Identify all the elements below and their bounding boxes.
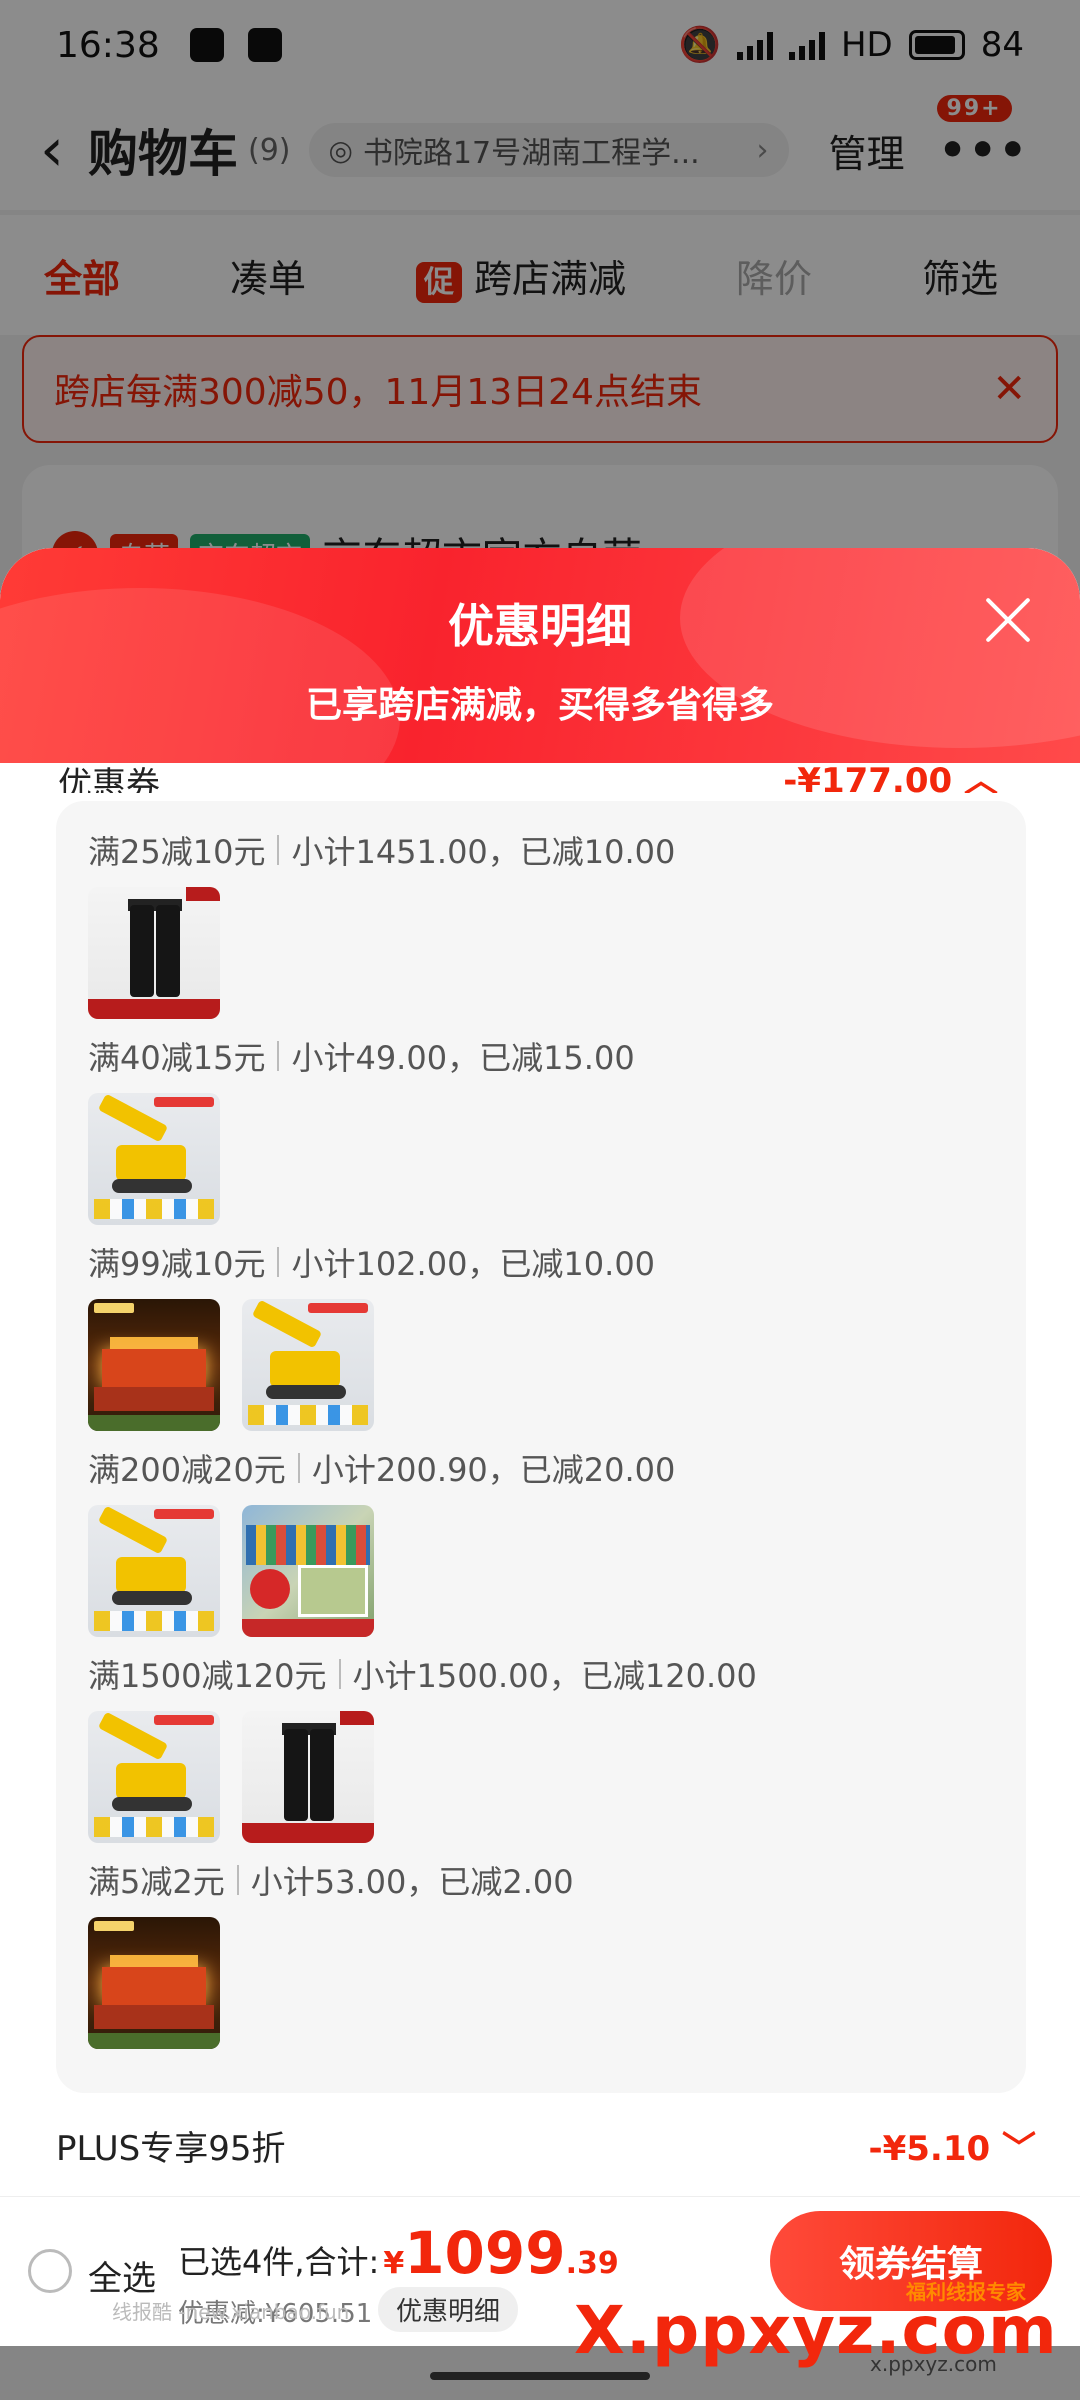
discount-group: 满1500减120元 小计1500.00，已减120.00 [88,1651,994,1843]
divider [277,835,280,865]
group-rule: 满99减10元 [88,1245,266,1283]
product-thumbs [88,1299,994,1431]
total-decimal: .39 [565,2246,619,2281]
select-all-checkbox[interactable] [28,2249,72,2293]
product-thumbs [88,1711,994,1843]
product-thumbs [88,887,994,1019]
group-header: 满200减20元 小计200.90，已减20.00 [88,1445,994,1491]
discount-detail-sheet: 优惠明细 已享跨店满减，买得多省得多 优惠券 -¥177.00 ︿ 满25减10… [0,548,1080,2198]
group-detail: 小计200.90，已减20.00 [311,1451,676,1489]
group-header: 满40减15元 小计49.00，已减15.00 [88,1033,994,1079]
home-indicator[interactable] [430,2372,650,2380]
coupon-amount: -¥177.00 ︿ [783,761,998,793]
coupon-label: 优惠券 [58,765,160,793]
divider [277,1247,280,1277]
group-detail: 小计53.00，已减2.00 [250,1863,574,1901]
product-image-pants[interactable] [242,1711,374,1843]
order-total: 已选4件,合计: ¥ 1099 .39 [178,2219,619,2287]
total-integer: 1099 [404,2219,566,2287]
watermark-badge: 福利线报专家 [906,2280,1026,2304]
plus-discount-row[interactable]: PLUS专享95折 -¥5.10 ﹀ [56,2115,1036,2175]
coupon-row[interactable]: 优惠券 -¥177.00 ︿ [58,757,1038,793]
discount-group: 满5减2元 小计53.00，已减2.00 [88,1857,994,2049]
product-thumbs [88,1505,994,1637]
product-image-excavator[interactable] [88,1711,220,1843]
product-thumbs [88,1917,994,2049]
sheet-title: 优惠明细 [448,599,632,653]
group-rule: 满5减2元 [88,1863,225,1901]
product-image-tiananmen-model[interactable] [88,1917,220,2049]
product-image-tiananmen-model[interactable] [88,1299,220,1431]
plus-label: PLUS专享95折 [56,2128,286,2169]
group-detail: 小计102.00，已减10.00 [291,1245,656,1283]
group-rule: 满25减10元 [88,833,266,871]
discount-group: 满200减20元 小计200.90，已减20.00 [88,1445,994,1637]
cart-page: 16:38 🔕 HD 84 ‹ 购物车 (9) ◎ 书院路17号湖南工程学...… [0,0,1080,2400]
divider [277,1041,280,1071]
discount-group: 满40减15元 小计49.00，已减15.00 [88,1033,994,1225]
watermark-text: 线报酷 -new.xianbao.fun [112,2300,350,2324]
sheet-body: 优惠券 -¥177.00 ︿ 满25减10元 小计1451.00，已减10.00 … [22,761,1058,2198]
divider [297,1453,300,1483]
discount-group: 满99减10元 小计102.00，已减10.00 [88,1239,994,1431]
currency-symbol: ¥ [383,2246,405,2281]
group-rule: 满200减20元 [88,1451,286,1489]
product-image-excavator[interactable] [88,1093,220,1225]
select-all-label[interactable]: 全选 [88,2251,156,2300]
product-image-excavator[interactable] [242,1299,374,1431]
group-header: 满25减10元 小计1451.00，已减10.00 [88,827,994,873]
group-header: 满5减2元 小计53.00，已减2.00 [88,1857,994,1903]
discount-group: 满25减10元 小计1451.00，已减10.00 [88,827,994,1019]
close-icon[interactable] [978,590,1038,650]
product-image-excavator[interactable] [88,1505,220,1637]
divider [236,1865,239,1895]
watermark-url: x.ppxyz.com [870,2352,997,2376]
plus-amount: -¥5.10 ﹀ [868,2128,1037,2169]
selected-count: 已选4件,合计: [178,2243,380,2281]
sheet-header: 优惠明细 已享跨店满减，买得多省得多 [0,548,1080,763]
group-rule: 满1500减120元 [88,1657,327,1695]
product-image-pants[interactable] [88,887,220,1019]
group-rule: 满40减15元 [88,1039,266,1077]
coupon-detail-box: 满25减10元 小计1451.00，已减10.00 满40减15元 小计49.00，… [56,801,1026,2093]
product-image-book-set[interactable] [242,1505,374,1637]
product-thumbs [88,1093,994,1225]
group-detail: 小计1500.00，已减120.00 [352,1657,757,1695]
group-detail: 小计1451.00，已减10.00 [291,833,676,871]
group-header: 满99减10元 小计102.00，已减10.00 [88,1239,994,1285]
group-header: 满1500减120元 小计1500.00，已减120.00 [88,1651,994,1697]
discount-detail-button[interactable]: 优惠明细 [378,2287,519,2332]
divider [338,1659,341,1689]
group-detail: 小计49.00，已减15.00 [291,1039,635,1077]
sheet-subtitle: 已享跨店满减，买得多省得多 [305,685,774,726]
